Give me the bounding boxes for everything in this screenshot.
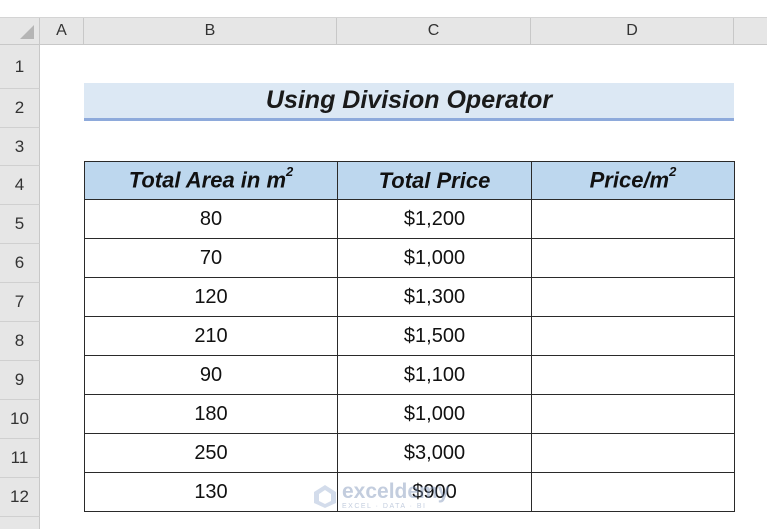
cell-area[interactable]: 80	[84, 199, 338, 239]
row-header-5[interactable]: 5	[0, 205, 40, 244]
header-total-area-text: Total Area in m	[128, 167, 287, 193]
row-header-7[interactable]: 7	[0, 283, 40, 322]
cell-price-per-m2[interactable]	[531, 433, 735, 473]
row-header-next[interactable]	[0, 517, 40, 529]
cell-area[interactable]: 90	[84, 355, 338, 395]
cell-price[interactable]: $1,000	[337, 394, 532, 434]
header-total-area[interactable]: Total Area in m2	[84, 161, 338, 200]
sheet-tab-strip	[0, 0, 767, 18]
cell-area[interactable]: 70	[84, 238, 338, 278]
table-row: 70 $1,000	[84, 238, 735, 278]
cell-price[interactable]: $1,500	[337, 316, 532, 356]
cell-price[interactable]: $1,300	[337, 277, 532, 317]
header-price-per-m2[interactable]: Price/m2	[531, 161, 735, 200]
select-all-button[interactable]	[0, 18, 40, 45]
column-header-next[interactable]	[734, 18, 767, 45]
table-row: 210 $1,500	[84, 316, 735, 356]
row-header-9[interactable]: 9	[0, 361, 40, 400]
data-table: Total Area in m2 Total Price Price/m2 80…	[84, 161, 735, 512]
column-header-b[interactable]: B	[84, 18, 337, 45]
sheet-title-cell[interactable]: Using Division Operator	[84, 83, 734, 121]
cell-area[interactable]: 250	[84, 433, 338, 473]
column-header-d[interactable]: D	[531, 18, 734, 45]
watermark-tagline: EXCEL · DATA · BI	[342, 503, 427, 510]
header-price-per-m2-text: Price/m	[589, 167, 670, 193]
cell-price-per-m2[interactable]	[531, 238, 735, 278]
cell-price-per-m2[interactable]	[531, 316, 735, 356]
cell-price-per-m2[interactable]	[531, 355, 735, 395]
header-area-superscript: 2	[286, 164, 294, 180]
cell-price[interactable]: $1,000	[337, 238, 532, 278]
cell-price-per-m2[interactable]	[531, 277, 735, 317]
watermark-name: exceldemy	[342, 480, 450, 503]
exceldemy-logo-icon	[312, 483, 338, 509]
cell-area[interactable]: 120	[84, 277, 338, 317]
row-header-11[interactable]: 11	[0, 439, 40, 478]
cell-area[interactable]: 130	[84, 472, 338, 512]
table-row: 180 $1,000	[84, 394, 735, 434]
cell-price-per-m2[interactable]	[531, 472, 735, 512]
table-row: 250 $3,000	[84, 433, 735, 473]
cell-area[interactable]: 210	[84, 316, 338, 356]
cell-price-per-m2[interactable]	[531, 199, 735, 239]
cell-price-per-m2[interactable]	[531, 394, 735, 434]
column-header-a[interactable]: A	[40, 18, 84, 45]
row-header-10[interactable]: 10	[0, 400, 40, 439]
row-header-8[interactable]: 8	[0, 322, 40, 361]
cell-area[interactable]: 180	[84, 394, 338, 434]
header-total-price[interactable]: Total Price	[337, 161, 532, 200]
table-row: 90 $1,100	[84, 355, 735, 395]
table-header-row: Total Area in m2 Total Price Price/m2	[84, 161, 735, 200]
row-header-2[interactable]: 2	[0, 89, 40, 128]
table-row: 120 $1,300	[84, 277, 735, 317]
row-header-12[interactable]: 12	[0, 478, 40, 517]
row-header-4[interactable]: 4	[0, 166, 40, 205]
column-header-c[interactable]: C	[337, 18, 531, 45]
row-header-3[interactable]: 3	[0, 128, 40, 166]
cell-price[interactable]: $1,200	[337, 199, 532, 239]
header-ppm-superscript: 2	[669, 164, 677, 180]
exceldemy-watermark: exceldemy EXCEL · DATA · BI	[312, 481, 449, 510]
table-row: 80 $1,200	[84, 199, 735, 239]
row-header-6[interactable]: 6	[0, 244, 40, 283]
cell-price[interactable]: $3,000	[337, 433, 532, 473]
row-header-1[interactable]: 1	[0, 45, 40, 89]
cell-price[interactable]: $1,100	[337, 355, 532, 395]
